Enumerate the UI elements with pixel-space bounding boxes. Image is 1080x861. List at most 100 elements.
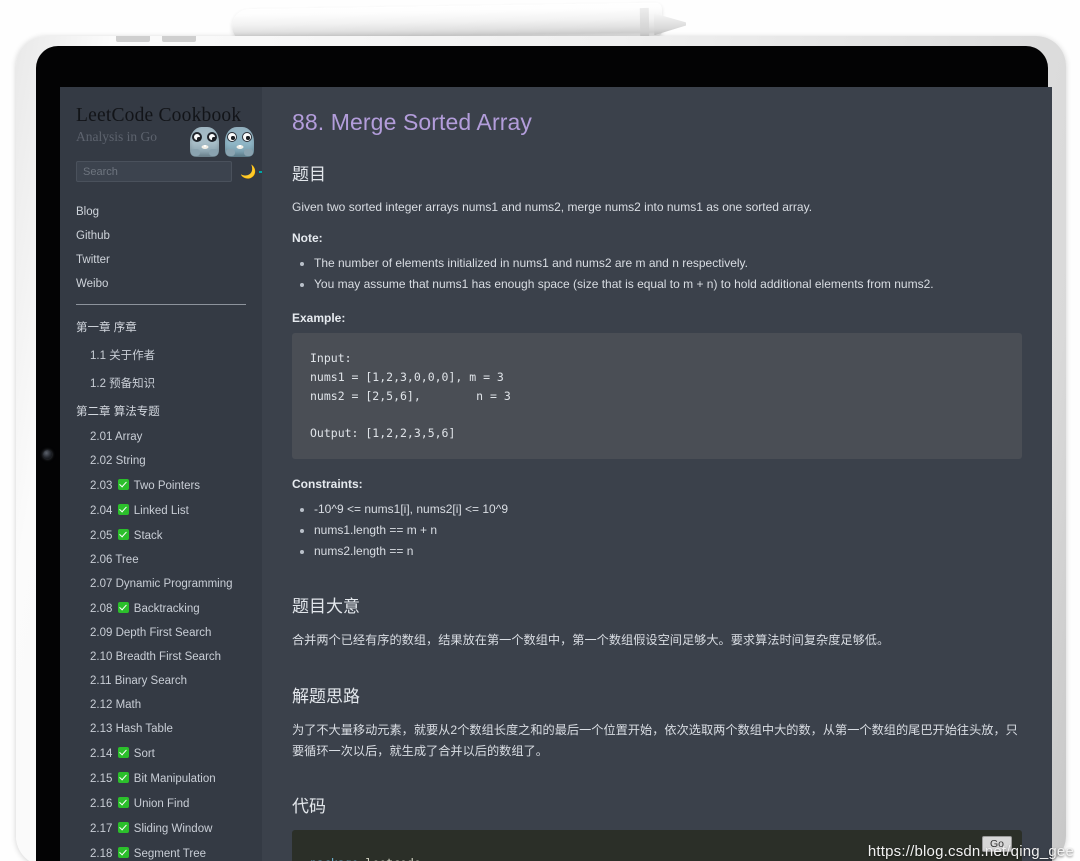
volume-up-button[interactable] [116,36,150,42]
toc-item-label: Math [115,699,142,712]
stylus-band [639,7,650,39]
tablet-device: LeetCode Cookbook Analysis in Go Search … [16,36,1066,861]
toc-item-label: Dynamic Programming [115,578,233,591]
constraints-list: -10^9 <= nums1[i], nums2[i] <= 10^9 nums… [292,499,1022,562]
check-icon [117,822,129,834]
toc-item-2.13-hash-table[interactable]: 2.13 Hash Table [76,717,246,741]
list-item: -10^9 <= nums1[i], nums2[i] <= 10^9 [314,499,1022,520]
toc-item-number: 2.04 [90,505,116,518]
toc-item-2.05-stack[interactable]: 2.05 Stack [76,523,246,548]
toc-item-1-2-预备知识[interactable]: 1.2 预备知识 [76,369,246,397]
toc-item-label: Two Pointers [133,480,201,493]
toc-item-number: 2.08 [90,603,116,616]
sidebar-link-weibo[interactable]: Weibo [76,272,246,296]
toc-item-2.11-binary-search[interactable]: 2.11 Binary Search [76,669,246,693]
toc-item-2.18-segment-tree[interactable]: 2.18 Segment Tree [76,841,246,861]
toc-item-number: 2.17 [90,823,116,836]
note-list: The number of elements initialized in nu… [292,253,1022,295]
toc-item-label: Binary Search [114,675,187,688]
sidebar-divider [76,304,246,306]
brand-title: LeetCode Cookbook [76,105,242,126]
toc-item-2.09-depth-first-search[interactable]: 2.09 Depth First Search [76,621,246,645]
toc-item-number: 2.09 [90,627,116,640]
problem-statement: Given two sorted integer arrays nums1 an… [292,200,813,214]
toc-item-2.04-linked-list[interactable]: 2.04 Linked List [76,498,246,523]
gopher-mascots [190,127,254,157]
toc-item-label: Sort [133,748,155,761]
summary-text: 合并两个已经有序的数组，结果放在第一个数组中，第一个数组假设空间足够大。要求算法… [292,633,890,648]
list-item: nums1.length == m + n [314,520,1022,541]
sidebar-link-github[interactable]: Github [76,224,246,248]
check-icon [117,847,129,859]
example-code-block: Input: nums1 = [1,2,3,0,0,0], m = 3 nums… [292,332,1022,460]
code-keyword-package: package [310,856,358,861]
check-icon [117,797,129,809]
toc-item-2.08-backtracking[interactable]: 2.08 Backtracking [76,596,246,621]
toc-chapter-第一章-序章[interactable]: 第一章 序章 [76,313,246,341]
toc-item-label: Hash Table [115,723,173,736]
toc-item-label: 1.1 关于作者 [90,350,156,363]
toc-item-label: Breadth First Search [115,651,222,664]
toc-item-label: Linked List [133,505,189,518]
toc-item-1-1-关于作者[interactable]: 1.1 关于作者 [76,341,246,369]
toc-item-label: Array [114,431,143,444]
toc-chapter-label: 第二章 算法专题 [76,406,160,419]
toc-item-number: 2.14 [90,748,116,761]
check-icon [117,479,129,491]
toc-item-number: 2.12 [90,699,116,712]
sidebar-link-twitter[interactable]: Twitter [76,248,246,272]
external-links: Blog Github Twitter Weibo [60,200,262,296]
toc-item-number: 2.15 [90,773,116,786]
screenshot-scene: LeetCode Cookbook Analysis in Go Search … [0,0,1080,861]
article-content: 88. Merge Sorted Array 题目 Given two sort… [262,87,1052,861]
toc-item-2.10-breadth-first-search[interactable]: 2.10 Breadth First Search [76,645,246,669]
section-heading-summary: 题目大意 [292,597,360,617]
check-icon [117,529,129,541]
toc-item-label: String [115,455,146,468]
toc-item-number: 2.06 [90,554,116,567]
stylus-tip-icon [654,13,686,35]
toc-item-label: Segment Tree [133,848,207,861]
example-label: Example: [292,310,346,325]
toc-item-2.02-string[interactable]: 2.02 String [76,449,246,473]
toc-chapter-第二章-算法专题[interactable]: 第二章 算法专题 [76,397,246,425]
toc-item-2.14-sort[interactable]: 2.14 Sort [76,741,246,766]
toc-item-number: 2.07 [90,578,116,591]
brand-header: LeetCode Cookbook Analysis in Go [60,105,262,157]
dark-mode-moon-icon[interactable]: 🌙 [240,165,256,178]
page-title: 88. Merge Sorted Array [292,109,532,135]
section-heading-problem: 题目 [292,165,326,184]
toc-item-2.01-array[interactable]: 2.01 Array [76,425,246,449]
sidebar-link-blog[interactable]: Blog [76,200,246,224]
constraints-label: Constraints: [292,477,363,492]
toc-item-2.07-dynamic-programming[interactable]: 2.07 Dynamic Programming [76,572,246,596]
check-icon [117,504,129,516]
toc-item-label: Union Find [133,798,190,811]
section-heading-approach: 解题思路 [292,686,360,706]
toc-item-label: Bit Manipulation [133,773,216,786]
toc-item-2.03-two-pointers[interactable]: 2.03 Two Pointers [76,473,246,498]
check-icon [117,772,129,784]
toc-item-2.15-bit-manipulation[interactable]: 2.15 Bit Manipulation [76,766,246,791]
check-icon [117,747,129,759]
toc-item-number: 2.13 [90,723,116,736]
toc-item-label: Sliding Window [133,823,213,836]
toc-item-label: Tree [115,554,139,567]
toc-chapter-label: 第一章 序章 [76,322,137,335]
list-item: You may assume that nums1 has enough spa… [314,274,1022,295]
volume-down-button[interactable] [162,36,196,42]
toc-item-2.06-tree[interactable]: 2.06 Tree [76,548,246,572]
toc-item-2.16-union-find[interactable]: 2.16 Union Find [76,791,246,816]
toc-item-2.12-math[interactable]: 2.12 Math [76,693,246,717]
tablet-bezel: LeetCode Cookbook Analysis in Go Search … [36,46,1052,861]
toc-item-2.17-sliding-window[interactable]: 2.17 Sliding Window [76,816,246,841]
search-input[interactable] [76,161,232,183]
toc-item-number: 2.01 [90,431,115,444]
toc-item-label: Depth First Search [115,627,212,640]
toc-item-number: 2.18 [90,848,116,861]
go-gopher-icon-2 [225,127,254,157]
toc-item-label: Stack [133,530,163,543]
code-package-name: leetcode [358,856,420,861]
front-camera-icon [43,450,52,459]
toc-item-number: 2.03 [90,480,116,493]
